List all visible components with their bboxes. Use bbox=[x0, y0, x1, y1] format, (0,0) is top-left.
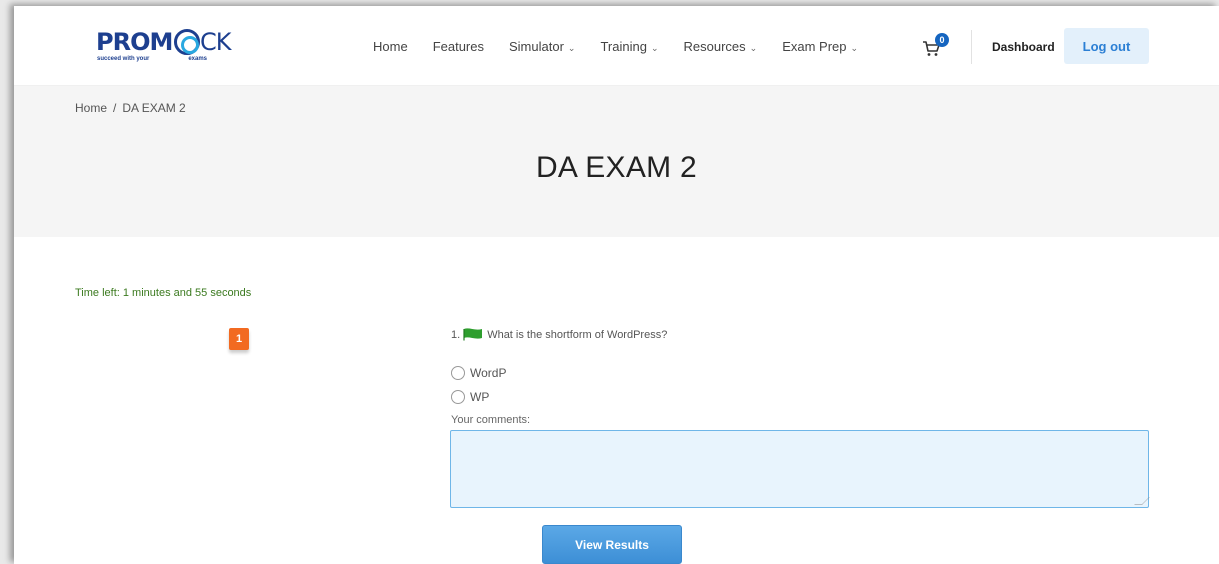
nav-item-features[interactable]: Features bbox=[433, 39, 484, 54]
time-left-text: Time left: 1 minutes and 55 seconds bbox=[75, 287, 252, 299]
nav-item-home[interactable]: Home bbox=[373, 39, 408, 54]
breadcrumb: Home / DA EXAM 2 bbox=[75, 101, 186, 115]
target-icon bbox=[174, 29, 200, 55]
cart-button[interactable]: 0 bbox=[922, 33, 950, 60]
chevron-down-icon: ⌄ bbox=[567, 43, 576, 53]
nav-item-simulator[interactable]: Simulator ⌄ bbox=[509, 39, 575, 54]
logo-suffix: CK bbox=[200, 28, 231, 56]
header-divider bbox=[971, 30, 972, 64]
page-title-band: Home / DA EXAM 2 DA EXAM 2 bbox=[14, 86, 1219, 237]
page: PROM CK succeed with your exams Home Fea… bbox=[14, 6, 1219, 564]
chevron-down-icon: ⌄ bbox=[850, 43, 859, 53]
main-nav: Home Features Simulator ⌄ Training ⌄ Resou… bbox=[373, 39, 883, 54]
answer-radio[interactable] bbox=[451, 366, 465, 380]
comments-textarea[interactable] bbox=[450, 430, 1149, 508]
logo-tagline: succeed with your exams bbox=[97, 56, 207, 62]
nav-item-exam-prep[interactable]: Exam Prep ⌄ bbox=[782, 39, 858, 54]
logo-prefix: PROM bbox=[96, 28, 173, 56]
dashboard-link[interactable]: Dashboard bbox=[992, 40, 1055, 54]
answer-option[interactable]: WP bbox=[451, 390, 489, 404]
question-number: 1. bbox=[451, 328, 461, 341]
nav-item-resources[interactable]: Resources ⌄ bbox=[684, 39, 758, 54]
question-text: 1. What is the shortform of WordPress? bbox=[451, 328, 667, 341]
answer-radio[interactable] bbox=[451, 390, 465, 404]
view-results-button[interactable]: View Results bbox=[542, 525, 682, 564]
question-marker[interactable]: 1 bbox=[229, 328, 249, 350]
answer-label: WordP bbox=[470, 366, 507, 380]
chevron-down-icon: ⌄ bbox=[650, 43, 659, 53]
flag-icon[interactable] bbox=[463, 328, 483, 341]
nav-item-training[interactable]: Training ⌄ bbox=[600, 39, 658, 54]
site-header: PROM CK succeed with your exams Home Fea… bbox=[14, 6, 1219, 86]
logout-button[interactable]: Log out bbox=[1064, 28, 1149, 64]
cart-count-badge: 0 bbox=[935, 33, 949, 47]
chevron-down-icon: ⌄ bbox=[749, 43, 758, 53]
page-title: DA EXAM 2 bbox=[535, 151, 698, 184]
answer-label: WP bbox=[470, 390, 490, 404]
question-label: What is the shortform of WordPress? bbox=[487, 328, 668, 341]
breadcrumb-current: DA EXAM 2 bbox=[122, 101, 186, 115]
breadcrumb-home[interactable]: Home bbox=[75, 101, 107, 115]
comments-label: Your comments: bbox=[451, 414, 531, 426]
breadcrumb-separator: / bbox=[113, 101, 117, 115]
answer-option[interactable]: WordP bbox=[451, 366, 506, 380]
promock-logo[interactable]: PROM CK succeed with your exams bbox=[96, 24, 231, 64]
